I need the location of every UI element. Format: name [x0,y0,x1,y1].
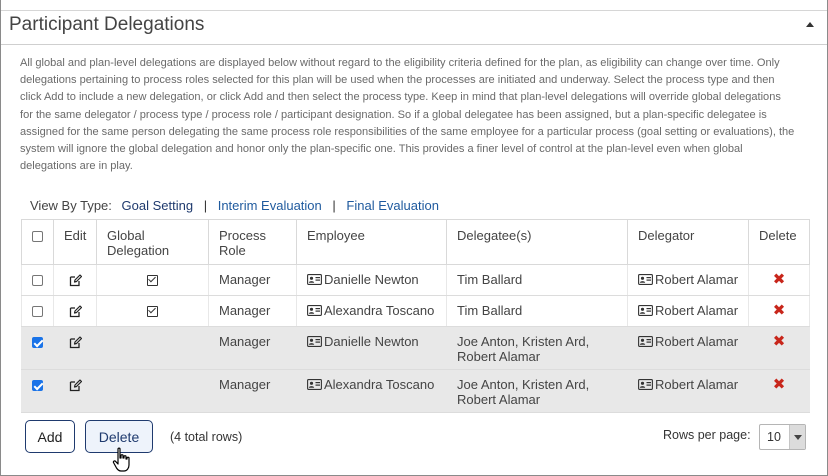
column-header-delete: Delete [748,219,810,265]
contact-card-icon [307,274,322,285]
row-select-cell [21,326,54,370]
row-delegator-cell: Robert Alamar [627,369,749,413]
row-employee-name[interactable]: Danielle Newton [324,334,419,349]
section-title: Participant Delegations [9,14,205,35]
row-global-delegation-cell [96,326,209,370]
row-global-delegation-cell [96,295,209,327]
contact-card-icon [307,336,322,347]
row-select-cell [21,295,54,327]
view-type-interim-evaluation[interactable]: Interim Evaluation [218,198,322,213]
row-process-role: Manager [208,326,297,370]
row-delegatees: Tim Ballard [446,295,628,327]
column-header-global-delegation: Global Delegation [96,219,209,265]
row-employee-name[interactable]: Danielle Newton [324,272,419,287]
view-by-label: View By Type: [30,198,112,213]
contact-card-icon [638,379,653,390]
contact-card-icon [307,305,322,316]
row-select-checkbox[interactable] [32,275,43,287]
edit-icon[interactable] [69,336,82,349]
row-delete-cell: ✖ [748,369,810,413]
view-type-goal-setting[interactable]: Goal Setting [122,198,194,213]
hand-pointer-cursor-icon [112,447,134,473]
rows-per-page-value: 10 [767,430,781,444]
row-delegatees: Joe Anton, Kristen Ard, Robert Alamar [446,369,628,413]
column-header-delegator: Delegator [627,219,749,265]
row-delete-cell: ✖ [748,326,810,370]
rows-per-page-select[interactable]: 10 [759,424,806,450]
top-divider [1,10,827,11]
select-all-checkbox[interactable] [32,231,43,243]
row-global-delegation-cell [96,369,209,413]
table-row[interactable]: Manager Alexandra Toscano Joe Anton, Krist… [21,369,810,413]
view-type-separator: | [332,198,336,213]
row-delegatees: Joe Anton, Kristen Ard, Robert Alamar [446,326,628,370]
select-all-header [21,219,54,265]
column-header-delegatees: Delegatee(s) [446,219,628,265]
row-delete-cell: ✖ [748,264,810,296]
row-delegator-name[interactable]: Robert Alamar [655,334,738,349]
chevron-down-icon[interactable] [789,425,805,449]
delete-x-icon[interactable]: ✖ [773,303,786,318]
row-process-role: Manager [208,264,297,296]
view-type-separator: | [203,198,208,213]
row-process-role: Manager [208,369,297,413]
row-delegator-name[interactable]: Robert Alamar [655,272,738,287]
view-type-final-evaluation[interactable]: Final Evaluation [346,198,439,213]
row-select-checkbox[interactable] [32,306,43,318]
edit-icon[interactable] [69,305,82,318]
contact-card-icon [638,305,653,316]
column-header-employee: Employee [296,219,447,265]
row-employee-cell: Alexandra Toscano [296,295,447,327]
contact-card-icon [638,274,653,285]
row-delegator-cell: Robert Alamar [627,295,749,327]
edit-icon[interactable] [69,379,82,392]
row-delegatees: Tim Ballard [446,264,628,296]
row-edit-cell [53,369,97,413]
contact-card-icon [307,379,322,390]
row-select-cell [21,264,54,296]
row-employee-name[interactable]: Alexandra Toscano [324,377,434,392]
global-delegation-check-icon [147,275,158,287]
edit-icon[interactable] [69,274,82,287]
row-employee-cell: Danielle Newton [296,264,447,296]
row-employee-cell: Danielle Newton [296,326,447,370]
header-divider [1,44,827,45]
add-button[interactable]: Add [25,420,75,453]
row-delegator-cell: Robert Alamar [627,326,749,370]
row-employee-name[interactable]: Alexandra Toscano [324,303,434,318]
column-header-process-role: Process Role [208,219,297,265]
row-select-cell [21,369,54,413]
delete-x-icon[interactable]: ✖ [773,334,786,349]
table-header-row: Edit Global Delegation Process Role Empl… [21,219,810,265]
table-row[interactable]: Manager Alexandra Toscano Tim Ballard Rober… [21,295,810,327]
row-process-role: Manager [208,295,297,327]
delete-x-icon[interactable]: ✖ [773,377,786,392]
column-header-edit: Edit [53,219,97,265]
row-delegator-name[interactable]: Robert Alamar [655,377,738,392]
delete-x-icon[interactable]: ✖ [773,272,786,287]
row-edit-cell [53,326,97,370]
rows-per-page-label: Rows per page: [663,428,751,442]
table-row[interactable]: Manager Danielle Newton Joe Anton, Kristen… [21,326,810,370]
section-description: All global and plan-level delegations ar… [20,57,795,173]
view-by-type-bar: View By Type: Goal Setting | Interim Eva… [30,198,439,213]
contact-card-icon [638,336,653,347]
row-select-checkbox[interactable] [32,337,43,349]
table-row[interactable]: Manager Danielle Newton Tim Ballard Robert … [21,264,810,296]
row-delegator-name[interactable]: Robert Alamar [655,303,738,318]
row-employee-cell: Alexandra Toscano [296,369,447,413]
row-delete-cell: ✖ [748,295,810,327]
row-edit-cell [53,295,97,327]
delegations-table: Edit Global Delegation Process Role Empl… [21,219,810,413]
collapse-caret-icon[interactable] [806,22,814,27]
row-edit-cell [53,264,97,296]
row-delegator-cell: Robert Alamar [627,264,749,296]
row-global-delegation-cell [96,264,209,296]
row-select-checkbox[interactable] [32,380,43,392]
total-rows-count: (4 total rows) [170,430,243,444]
global-delegation-check-icon [147,306,158,318]
